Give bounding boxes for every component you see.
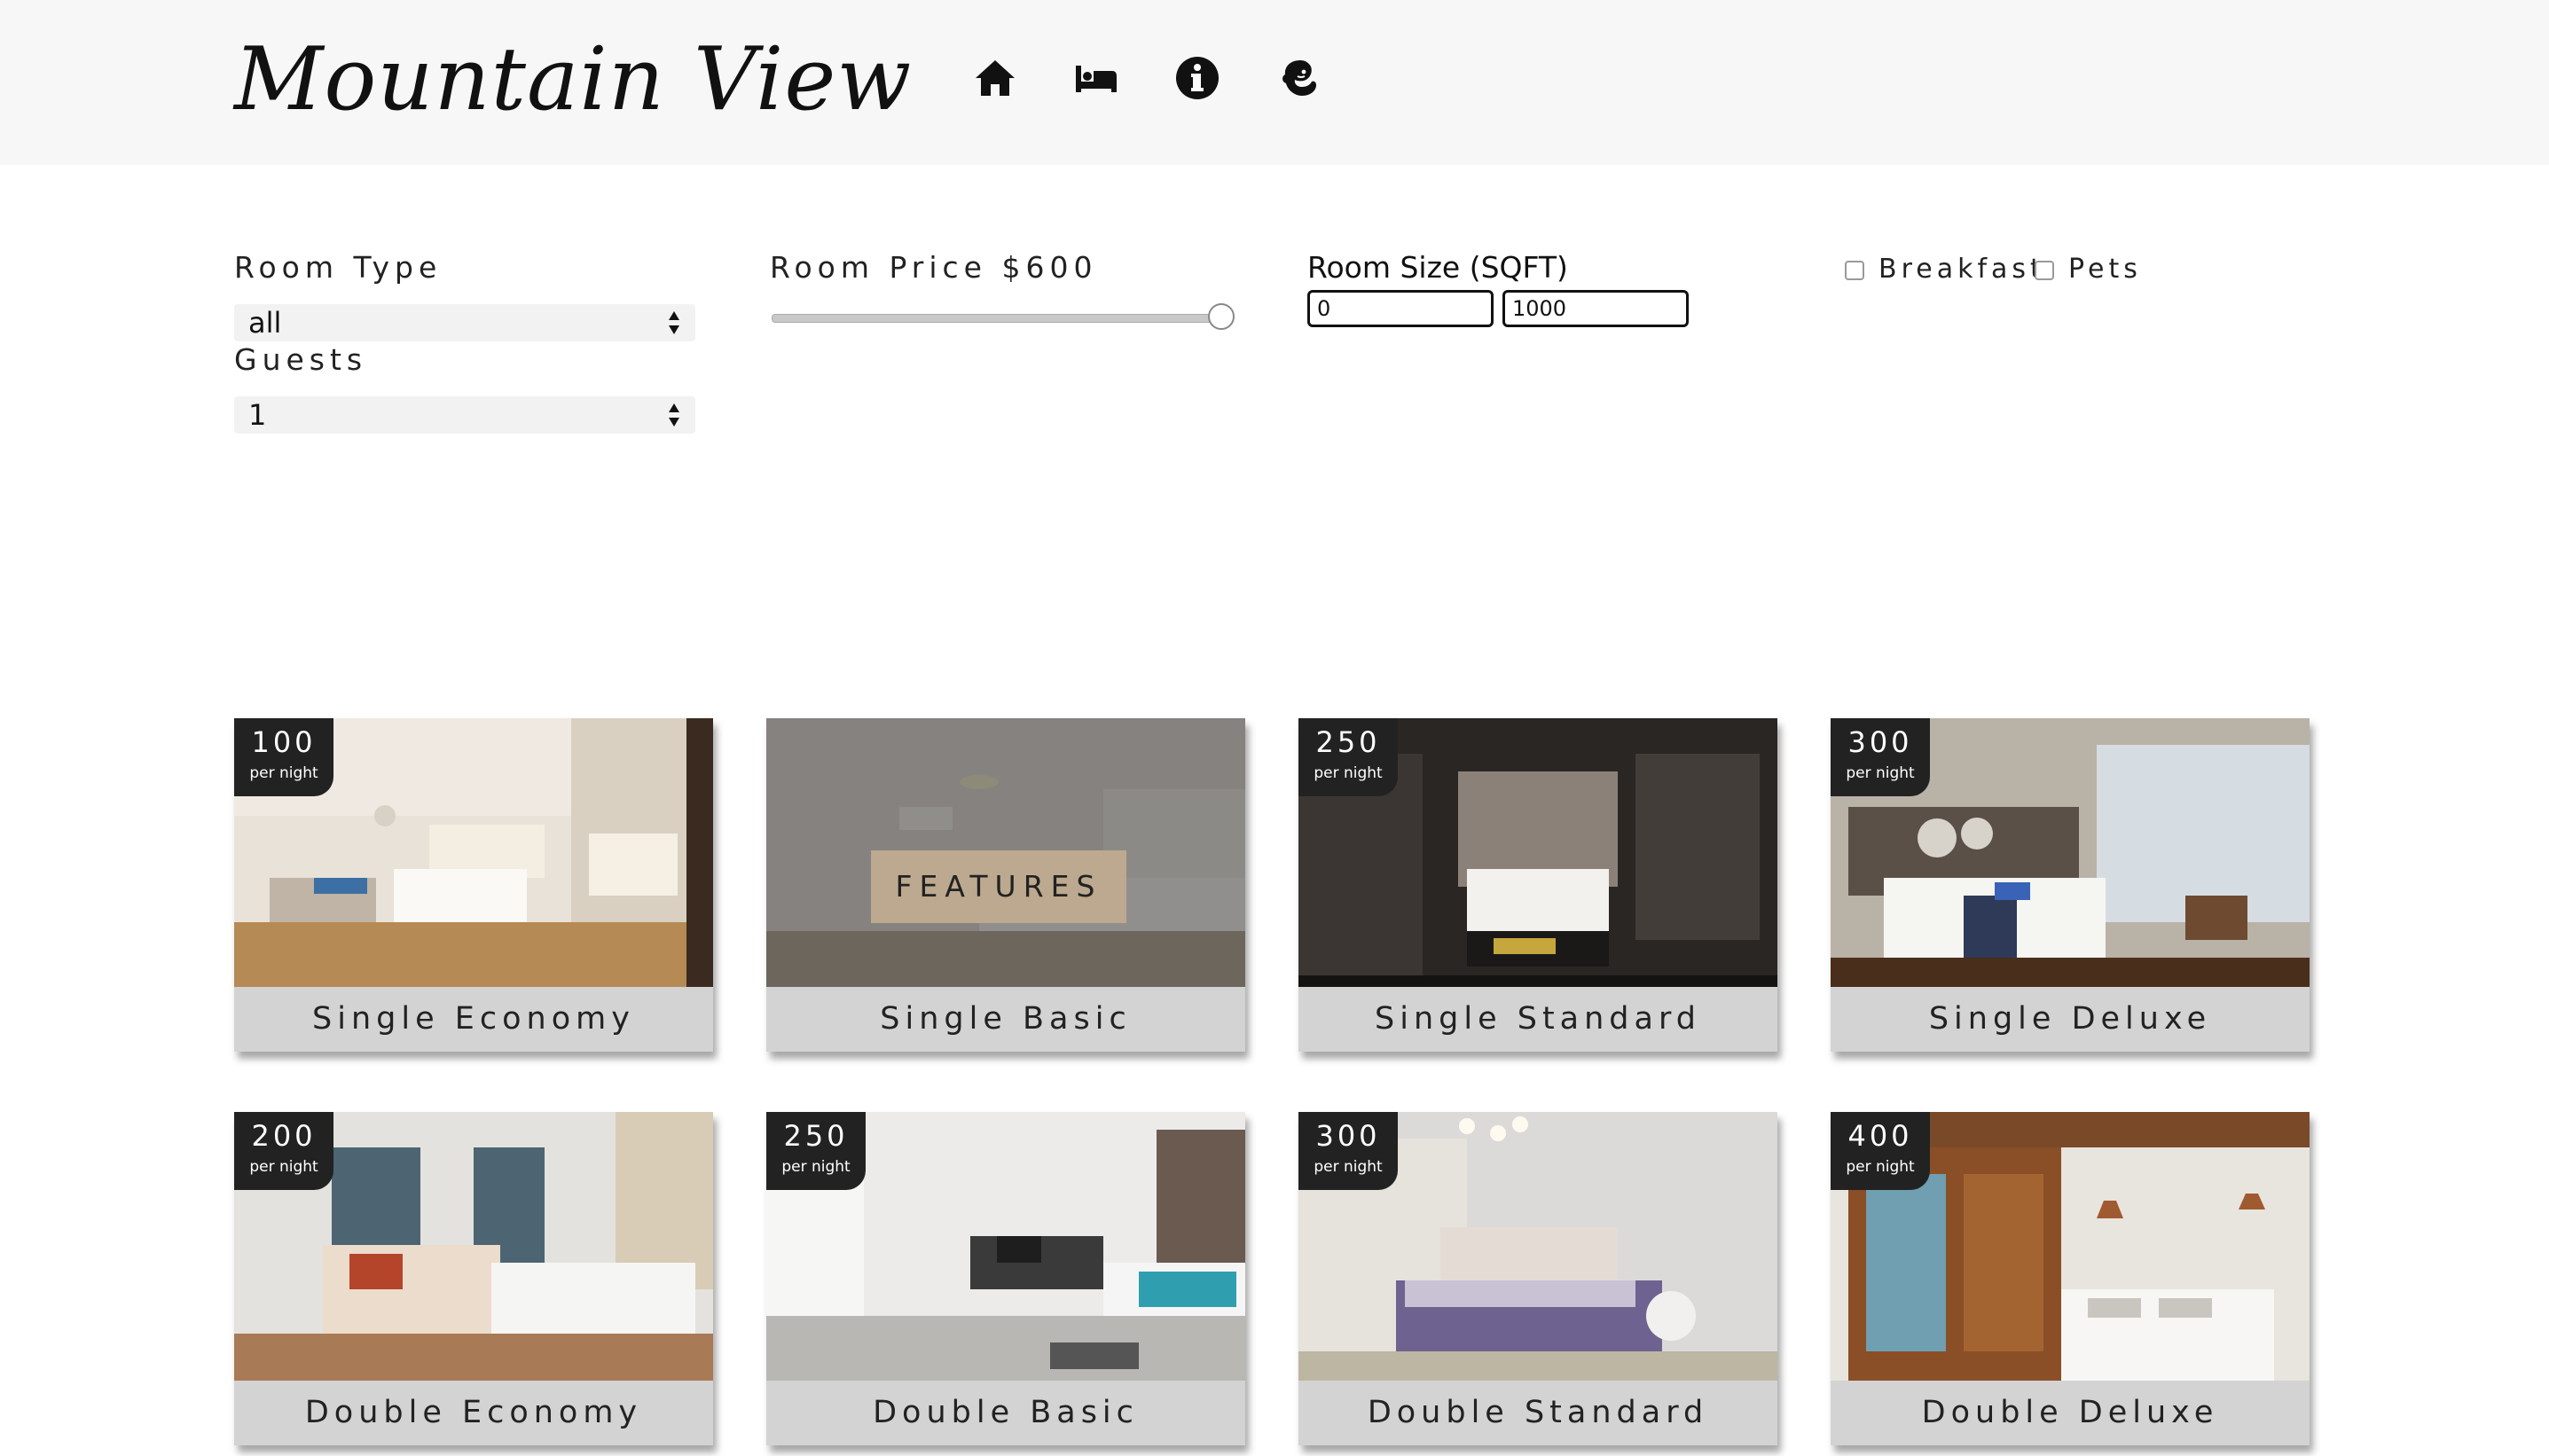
price-tag: 100 per night <box>234 718 333 796</box>
price-slider-track[interactable] <box>772 314 1226 323</box>
room-card[interactable]: 200 per night Double Economy <box>234 1112 713 1445</box>
room-name: Double Economy <box>234 1381 713 1445</box>
price-amount: 100 <box>251 725 317 759</box>
navbar: Mountain View <box>0 0 2549 165</box>
room-card[interactable]: 400 per night Double Deluxe <box>1831 1112 2310 1445</box>
guests-value: 1 <box>248 398 267 432</box>
brand-logo[interactable]: Mountain View <box>234 27 912 133</box>
price-per-night: per night <box>249 1158 318 1176</box>
bed-icon[interactable] <box>1073 55 1119 101</box>
price-amount: 250 <box>1315 725 1381 759</box>
price-tag: 250 per night <box>766 1112 866 1190</box>
room-type-label: Room Type <box>234 250 443 285</box>
room-card[interactable]: FEATURES Single Basic <box>766 718 1245 1052</box>
room-name: Single Basic <box>766 987 1245 1052</box>
features-button[interactable]: FEATURES <box>871 850 1126 923</box>
price-amount: 400 <box>1847 1119 1913 1153</box>
room-name: Double Basic <box>766 1381 1245 1445</box>
room-size-label: Room Size (SQFT) <box>1307 250 1568 285</box>
size-max-input[interactable]: 1000 <box>1502 290 1689 327</box>
price-per-night: per night <box>1314 764 1383 782</box>
price-per-night: per night <box>1846 1158 1915 1176</box>
price-amount: 200 <box>251 1119 317 1153</box>
price-amount: 300 <box>1315 1119 1381 1153</box>
room-name: Single Economy <box>234 987 713 1052</box>
price-per-night: per night <box>1314 1158 1383 1176</box>
price-tag: 400 per night <box>1831 1112 1930 1190</box>
room-type-select[interactable]: all <box>234 304 695 341</box>
price-slider-thumb[interactable] <box>1208 303 1235 330</box>
price-tag: 250 per night <box>1298 718 1398 796</box>
price-amount: 300 <box>1847 725 1913 759</box>
room-name: Single Standard <box>1298 987 1777 1052</box>
price-per-night: per night <box>781 1158 851 1176</box>
breakfast-checkbox[interactable] <box>1845 261 1864 280</box>
room-photo: FEATURES <box>766 718 1245 987</box>
size-min-input[interactable]: 0 <box>1307 290 1494 327</box>
info-icon[interactable] <box>1174 55 1220 101</box>
price-per-night: per night <box>1846 764 1915 782</box>
select-arrows-icon <box>669 311 679 334</box>
mailchimp-icon[interactable] <box>1277 55 1323 101</box>
guests-select[interactable]: 1 <box>234 396 695 434</box>
room-name: Double Deluxe <box>1831 1381 2310 1445</box>
room-card[interactable]: 300 per night Double Standard <box>1298 1112 1777 1445</box>
price-tag: 300 per night <box>1831 718 1930 796</box>
room-card[interactable]: 250 per night Single Standard <box>1298 718 1777 1052</box>
price-tag: 300 per night <box>1298 1112 1398 1190</box>
pets-label: Pets <box>2068 254 2142 285</box>
price-amount: 250 <box>783 1119 849 1153</box>
pets-checkbox[interactable] <box>2035 261 2054 280</box>
room-card[interactable]: 100 per night Single Economy <box>234 718 713 1052</box>
room-price-label: Room Price $600 <box>770 250 1098 285</box>
price-tag: 200 per night <box>234 1112 333 1190</box>
room-name: Single Deluxe <box>1831 987 2310 1052</box>
home-icon[interactable] <box>972 55 1018 101</box>
breakfast-label: Breakfast <box>1878 254 2045 285</box>
price-per-night: per night <box>249 764 318 782</box>
room-type-value: all <box>248 306 282 340</box>
room-card[interactable]: 250 per night Double Basic <box>766 1112 1245 1445</box>
select-arrows-icon <box>669 403 679 427</box>
guests-label: Guests <box>234 342 368 377</box>
room-card[interactable]: 300 per night Single Deluxe <box>1831 718 2310 1052</box>
room-name: Double Standard <box>1298 1381 1777 1445</box>
